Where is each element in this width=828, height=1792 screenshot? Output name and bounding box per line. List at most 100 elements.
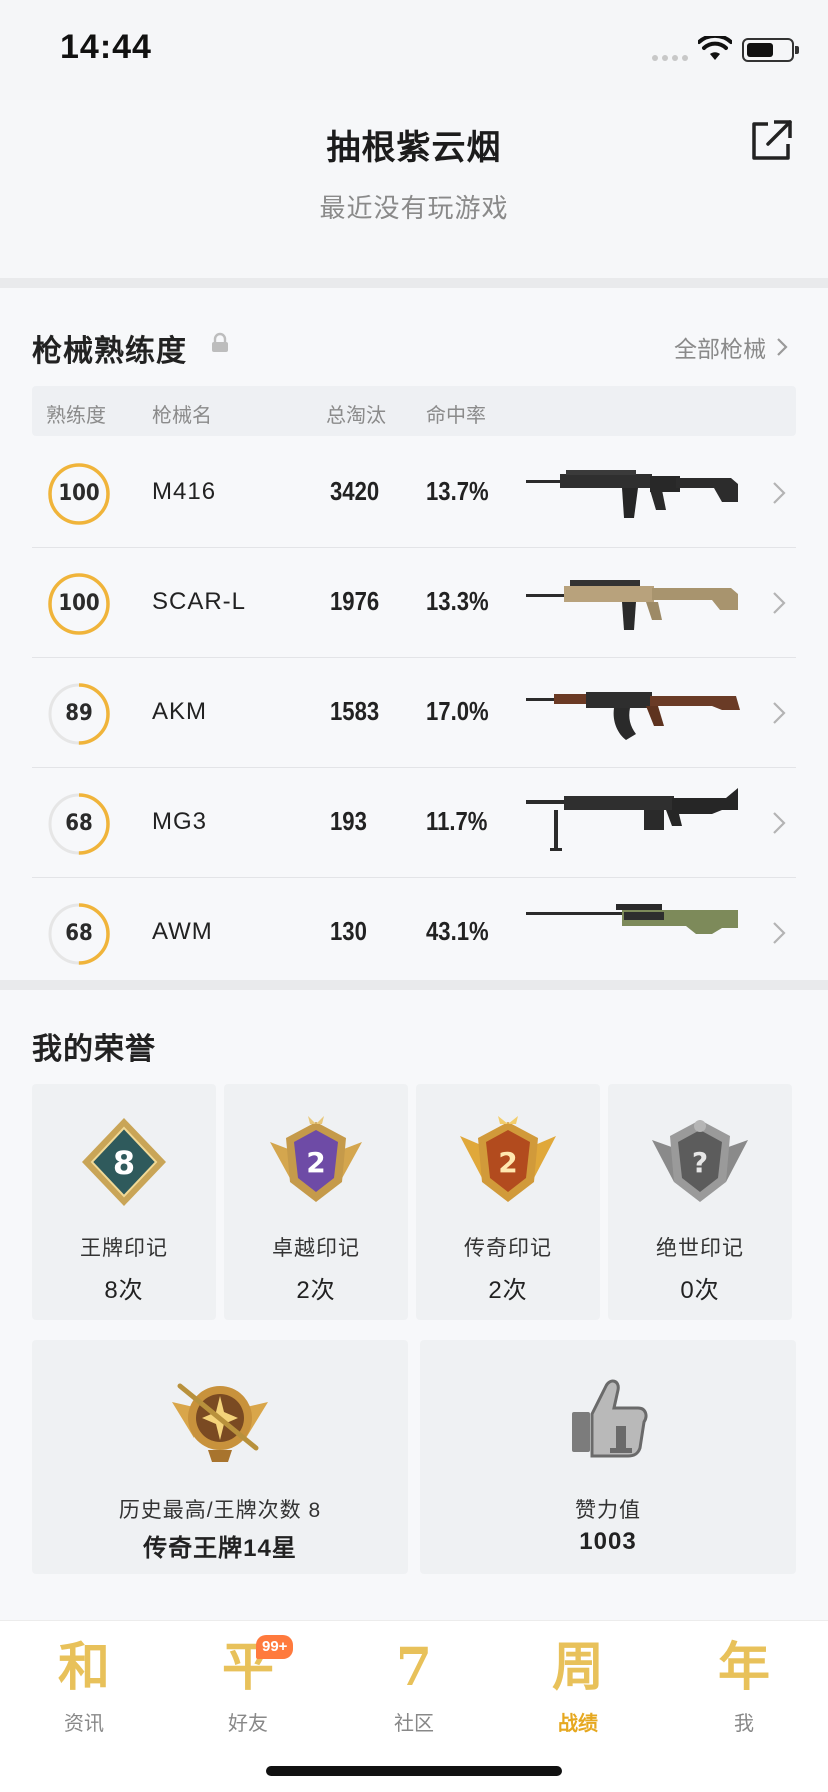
all-weapons-label: 全部枪械 xyxy=(674,336,766,362)
weapon-kills: 130 xyxy=(330,916,367,946)
weapon-name: AWM xyxy=(152,918,213,945)
player-status: 最近没有玩游戏 xyxy=(319,193,509,223)
likes-value: 1003 xyxy=(579,1528,637,1555)
weapon-mastery-title: 枪械熟练度 xyxy=(32,335,187,368)
weapon-name: SCAR-L xyxy=(152,588,247,615)
col-weapon-name: 枪械名 xyxy=(152,405,212,427)
weapon-name: AKM xyxy=(152,698,208,725)
legend-ace-rank-icon xyxy=(172,1383,268,1462)
weapon-kills: 3420 xyxy=(330,476,380,506)
status-time: 14:44 xyxy=(60,28,152,66)
chevron-right-icon xyxy=(773,702,786,724)
mastery-value: 100 xyxy=(58,591,100,616)
tab-community[interactable]: 7 社区 xyxy=(344,1635,484,1745)
weapon-kills: 1583 xyxy=(330,696,380,726)
weapon-row[interactable]: 68 AWM 130 43.1% xyxy=(32,878,796,988)
highest-rank-label: 历史最高/王牌次数 8 xyxy=(118,1499,322,1522)
badge-count: 2次 xyxy=(488,1277,528,1304)
chevron-right-icon xyxy=(773,482,786,504)
friends-tab-icon: 平 xyxy=(221,1637,274,1698)
honor-card-legend[interactable]: 2 传奇印记 2次 xyxy=(416,1084,600,1320)
tab-label: 战绩 xyxy=(558,1713,598,1735)
player-name: 抽根紫云烟 xyxy=(326,129,502,167)
scar-l-rifle-icon xyxy=(526,580,738,630)
peerless-mark-badge-icon: ? xyxy=(652,1120,748,1202)
weapon-table-header: 熟练度 枪械名 总淘汰 命中率 xyxy=(32,386,796,436)
mastery-value: 100 xyxy=(58,481,100,506)
weapon-row[interactable]: 89 AKM 1583 17.0% xyxy=(32,658,796,768)
m416-rifle-icon xyxy=(526,470,738,518)
badge-label: 卓越印记 xyxy=(272,1237,360,1260)
share-external-icon[interactable] xyxy=(748,118,794,164)
news-tab-icon: 和 xyxy=(57,1637,110,1698)
weapon-hit-rate: 13.7% xyxy=(426,476,489,506)
akm-rifle-icon xyxy=(526,692,740,740)
badge-count: 2次 xyxy=(296,1277,336,1304)
section-divider xyxy=(0,980,828,990)
status-bar: 14:44 xyxy=(0,0,828,100)
battery-icon xyxy=(742,38,799,62)
weapon-name: MG3 xyxy=(152,808,208,835)
honors-section: 我的荣誉 8 王牌印记 8次 2 卓越印记 2次 2 传奇印记 2次 ? 绝世印… xyxy=(0,990,828,1620)
badge-count: 0次 xyxy=(680,1277,720,1304)
mg3-machine-gun-icon xyxy=(526,788,738,851)
tab-me[interactable]: 年 我 xyxy=(674,1635,814,1745)
chevron-right-icon xyxy=(773,592,786,614)
chevron-right-icon xyxy=(773,812,786,834)
excellence-mark-badge-icon: 2 xyxy=(270,1116,362,1202)
legend-mark-badge-icon: 2 xyxy=(460,1116,556,1202)
thumbs-up-icon xyxy=(572,1379,648,1458)
tab-label: 资讯 xyxy=(64,1713,104,1735)
tab-label: 好友 xyxy=(228,1713,268,1735)
tab-news[interactable]: 和 资讯 xyxy=(14,1635,154,1745)
weapon-hit-rate: 11.7% xyxy=(426,806,488,836)
col-kills: 总淘汰 xyxy=(326,405,386,427)
likes-card[interactable]: 赞力值 1003 xyxy=(420,1340,796,1574)
weapon-kills: 193 xyxy=(330,806,367,836)
mastery-value: 89 xyxy=(65,701,93,726)
col-mastery: 熟练度 xyxy=(46,405,106,427)
weapon-row[interactable]: 68 MG3 193 11.7% xyxy=(32,768,796,878)
honor-card-excellence[interactable]: 2 卓越印记 2次 xyxy=(224,1084,408,1320)
highest-rank-card[interactable]: 历史最高/王牌次数 8 传奇王牌14星 xyxy=(32,1340,408,1574)
notification-badge: 99+ xyxy=(256,1635,294,1659)
awm-sniper-icon xyxy=(526,904,738,934)
cellular-signal-icon xyxy=(652,55,688,61)
chevron-right-icon xyxy=(773,922,786,944)
highest-rank-value: 传奇王牌14星 xyxy=(143,1535,297,1562)
tab-label: 我 xyxy=(734,1713,754,1735)
badge-label: 传奇印记 xyxy=(464,1237,552,1260)
honors-title: 我的荣誉 xyxy=(32,1033,156,1066)
chevron-right-icon xyxy=(777,338,788,356)
section-divider xyxy=(0,278,828,288)
home-indicator xyxy=(266,1766,562,1776)
me-tab-icon: 年 xyxy=(717,1637,770,1698)
weapon-hit-rate: 43.1% xyxy=(426,916,489,946)
badge-number: 2 xyxy=(306,1146,325,1179)
badge-number: 8 xyxy=(113,1144,135,1182)
community-tab-icon: 7 xyxy=(395,1637,433,1698)
honor-card-peerless[interactable]: ? 绝世印记 0次 xyxy=(608,1084,792,1320)
weapon-name: M416 xyxy=(152,478,217,505)
tab-stats[interactable]: 周 战绩 xyxy=(508,1635,648,1745)
tab-friends[interactable]: 平 99+ 好友 xyxy=(178,1635,318,1745)
weapon-row[interactable]: 100 M416 3420 13.7% xyxy=(32,438,796,548)
lock-icon[interactable] xyxy=(210,332,230,354)
weapon-hit-rate: 13.3% xyxy=(426,586,489,616)
weapon-row[interactable]: 100 SCAR-L 1976 13.3% xyxy=(32,548,796,658)
profile-header: 抽根紫云烟 最近没有玩游戏 xyxy=(0,100,828,278)
all-weapons-link[interactable]: 全部枪械 xyxy=(674,330,788,364)
badge-label: 王牌印记 xyxy=(80,1237,168,1260)
badge-count: 8次 xyxy=(104,1277,144,1304)
badge-label: 绝世印记 xyxy=(656,1237,744,1260)
badge-number: 2 xyxy=(498,1146,517,1179)
honor-card-ace[interactable]: 8 王牌印记 8次 xyxy=(32,1084,216,1320)
weapon-kills: 1976 xyxy=(330,586,380,616)
mastery-value: 68 xyxy=(65,811,93,836)
stats-tab-icon: 周 xyxy=(551,1637,604,1698)
ace-mark-badge-icon: 8 xyxy=(82,1118,166,1206)
badge-number: ? xyxy=(692,1146,708,1179)
likes-label: 赞力值 xyxy=(575,1499,641,1522)
mastery-value: 68 xyxy=(65,921,93,946)
wifi-icon xyxy=(698,36,732,60)
